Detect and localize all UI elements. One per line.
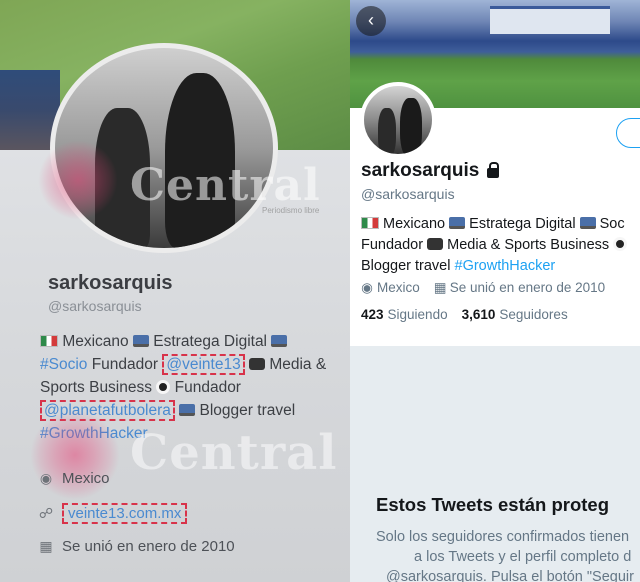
soccer-ball-icon [156, 380, 171, 394]
calendar-icon: ▦ [433, 280, 447, 295]
location-pin-icon: ◉ [39, 470, 53, 486]
laptop-icon [579, 217, 596, 229]
profile-name: sarkosarquis [361, 160, 500, 182]
profile-name: sarkosarquis [48, 272, 173, 294]
app-profile-screenshot: ‹ sarkosarquis @sarkosarquis Mexicano Es… [350, 0, 640, 582]
link-icon: ☍ [38, 505, 54, 521]
mention-veinte13[interactable]: @veinte13 [162, 354, 245, 375]
protected-title: Estos Tweets están proteg [376, 494, 610, 515]
hashtag-socio[interactable]: #Socio [40, 356, 87, 373]
camera-icon [427, 238, 444, 250]
profile-handle: @sarkosarquis [361, 186, 455, 202]
camera-photo-icon [179, 404, 196, 416]
lock-icon [487, 162, 500, 178]
follow-button[interactable] [616, 118, 640, 148]
profile-meta: ◉ Mexico ▦ Se unió en enero de 2010 [361, 280, 605, 296]
mexico-flag-icon [40, 335, 58, 347]
follow-stats: 423 Siguiendo 3,610 Seguidores [361, 307, 568, 322]
monitor-icon [132, 335, 149, 347]
laptop-icon [271, 335, 288, 347]
location-item: ◉ Mexico [361, 280, 420, 295]
back-arrow-icon[interactable]: ‹ [356, 6, 386, 36]
profile-handle: @sarkosarquis [48, 298, 142, 314]
protected-message: Solo los seguidores confirmados tienen a… [376, 529, 634, 582]
hashtag-growthhacker[interactable]: #GrowthHacker [455, 258, 556, 274]
watermark-text-2: Central [130, 425, 338, 481]
soccer-ball-icon [613, 237, 628, 251]
watermark-logo [38, 140, 118, 220]
stadium-stand-roof [490, 6, 610, 34]
profile-bio: Mexicano Estratega Digital Soc Fundador … [361, 214, 640, 277]
profile-avatar[interactable] [360, 82, 436, 158]
followers-link[interactable]: 3,610 Seguidores [462, 307, 568, 322]
location-pin-icon: ◉ [361, 280, 373, 295]
following-link[interactable]: 423 Siguiendo [361, 307, 448, 322]
mexico-flag-icon [361, 217, 379, 229]
website-row: ☍ veinte13.com.mx [38, 503, 188, 524]
printed-profile-photo: Central Periodismo libre sarkosarquis @s… [0, 0, 350, 582]
website-link[interactable]: veinte13.com.mx [62, 503, 188, 524]
watermark-tagline: Periodismo libre [262, 206, 320, 215]
joined-item: ▦ Se unió en enero de 2010 [433, 280, 606, 295]
joined-row: ▦ Se unió en enero de 2010 [39, 538, 235, 555]
camera-icon [249, 358, 266, 370]
location-row: ◉ Mexico [39, 470, 110, 487]
monitor-icon [449, 217, 466, 229]
calendar-icon: ▦ [39, 538, 53, 554]
watermark-text: Central [130, 160, 321, 211]
